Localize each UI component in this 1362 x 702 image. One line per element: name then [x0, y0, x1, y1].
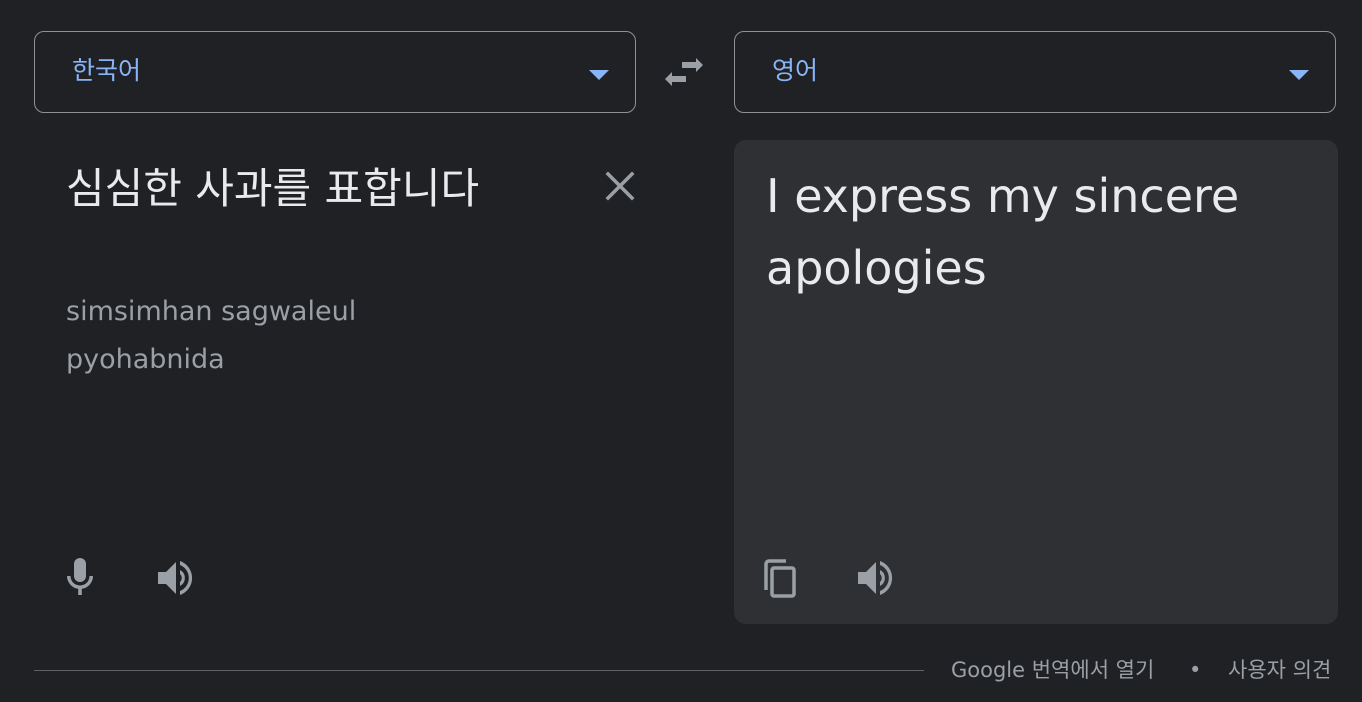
copy-icon [764, 559, 796, 598]
source-text-input[interactable]: 심심한 사과를 표합니다 [66, 158, 496, 220]
feedback-link[interactable]: 사용자 의견 [1228, 656, 1331, 684]
target-language-label: 영어 [772, 56, 819, 85]
close-icon [605, 171, 635, 201]
source-panel: 심심한 사과를 표합니다 simsimhan sagwaleul pyohabn… [34, 140, 636, 624]
chevron-down-icon [1289, 70, 1309, 80]
copy-translation-button[interactable] [758, 556, 802, 600]
microphone-icon [66, 558, 94, 595]
source-language-select[interactable]: 한국어 [34, 31, 636, 113]
source-romanization: simsimhan sagwaleul pyohabnida [66, 296, 357, 375]
voice-input-button[interactable] [58, 556, 102, 600]
footer-separator: • [1189, 658, 1202, 682]
target-language-select[interactable]: 영어 [734, 31, 1336, 113]
swap-languages-button[interactable] [660, 48, 708, 96]
speaker-icon [158, 561, 193, 595]
clear-source-button[interactable] [600, 166, 640, 206]
source-language-label: 한국어 [72, 56, 142, 85]
swap-arrows-icon [665, 58, 703, 86]
target-listen-button[interactable] [854, 556, 898, 600]
translation-output: I express my sincere apologies [766, 169, 1240, 295]
open-in-google-translate-link[interactable]: Google 번역에서 열기 [951, 656, 1154, 684]
footer-divider [34, 670, 924, 671]
source-listen-button[interactable] [154, 556, 198, 600]
target-panel: I express my sincere apologies [734, 140, 1338, 624]
speaker-icon [858, 561, 893, 595]
chevron-down-icon [589, 70, 609, 80]
